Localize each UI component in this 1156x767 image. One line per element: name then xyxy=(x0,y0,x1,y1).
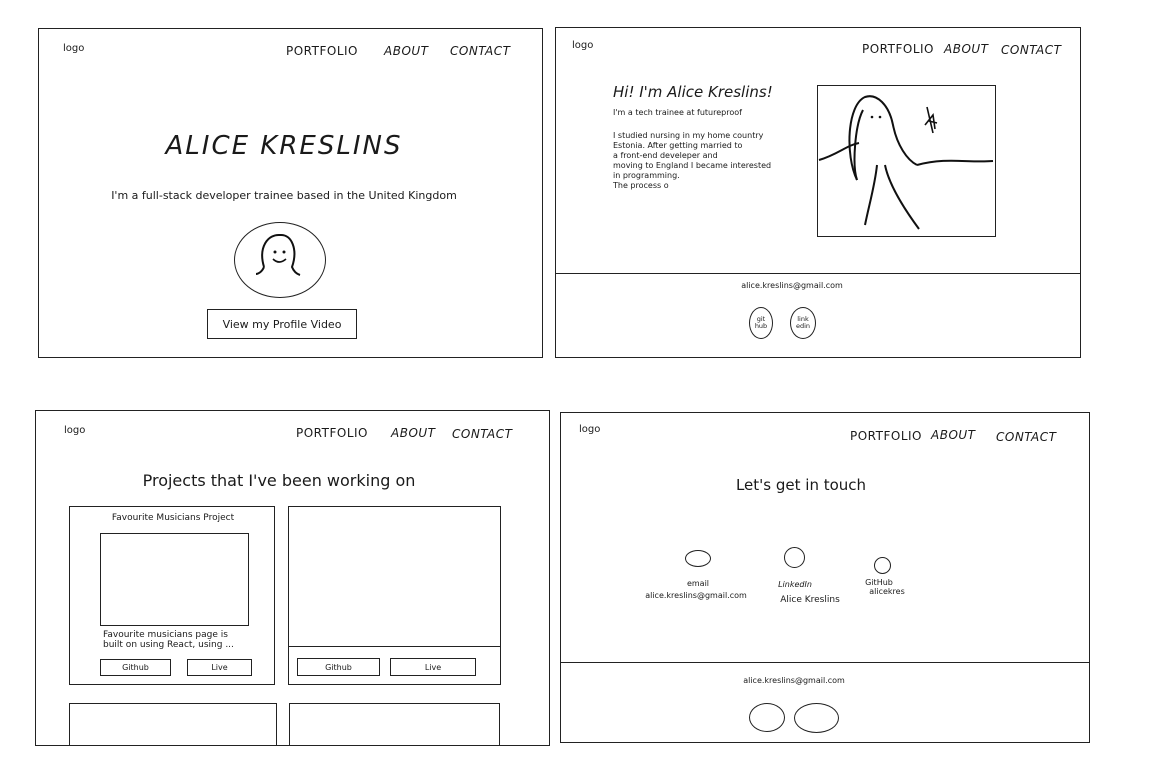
nav-contact[interactable]: CONTACT xyxy=(1001,43,1061,57)
bio-line: Estonia. After getting married to xyxy=(613,141,743,150)
footer-email[interactable]: alice.kreslins@gmail.com xyxy=(743,676,845,685)
live-button[interactable]: Live xyxy=(187,659,252,676)
about-footer: alice.kreslins@gmail.com git hub link ed… xyxy=(556,273,1080,358)
about-photo xyxy=(817,85,996,237)
nav-portfolio[interactable]: PORTFOLIO xyxy=(296,426,368,440)
bio-line: I studied nursing in my home country xyxy=(613,131,764,140)
logo[interactable]: logo xyxy=(64,425,85,436)
email-icon[interactable] xyxy=(685,550,711,567)
nav-contact[interactable]: CONTACT xyxy=(450,44,510,58)
github-button[interactable]: Github xyxy=(297,658,380,676)
about-heading: Hi! I'm Alice Kreslins! xyxy=(613,83,773,101)
contact-footer: alice.kreslins@gmail.com xyxy=(561,662,1089,743)
github-icon-label: hub xyxy=(754,322,768,330)
project-card-title: Favourite Musicians Project xyxy=(111,513,235,523)
about-subtitle: I'm a tech trainee at futureproof xyxy=(613,108,742,117)
nav-about[interactable]: ABOUT xyxy=(391,426,436,440)
email-label: email xyxy=(686,579,710,588)
nav-about[interactable]: ABOUT xyxy=(384,44,429,58)
avatar-face-icon xyxy=(255,233,301,276)
bio-line: The process o xyxy=(613,181,669,190)
view-profile-video-button[interactable]: View my Profile Video xyxy=(207,309,357,339)
about-bio: I studied nursing in my home country Est… xyxy=(613,131,771,191)
nav-about[interactable]: ABOUT xyxy=(944,42,989,56)
bio-line: in programming. xyxy=(613,171,680,180)
linkedin-icon[interactable]: link edin xyxy=(790,307,816,339)
linkedin-icon[interactable] xyxy=(784,547,805,568)
linkedin-value[interactable]: Alice Kreslins xyxy=(780,595,840,605)
logo[interactable]: logo xyxy=(63,43,84,54)
project-card xyxy=(289,703,500,745)
footer-email[interactable]: alice.kreslins@gmail.com xyxy=(741,281,843,290)
project-card: Favourite Musicians Project Favourite mu… xyxy=(69,506,275,685)
projects-wireframe: logo PORTFOLIO ABOUT CONTACT Projects th… xyxy=(35,410,550,746)
nav-portfolio[interactable]: PORTFOLIO xyxy=(850,429,922,443)
contact-heading: Let's get in touch xyxy=(735,476,867,494)
hero-tagline: I'm a full-stack developer trainee based… xyxy=(111,189,457,202)
project-desc-line: built on using React, using ... xyxy=(103,640,234,650)
live-button[interactable]: Live xyxy=(390,658,476,676)
logo[interactable]: logo xyxy=(572,40,593,51)
github-button[interactable]: Github xyxy=(100,659,171,676)
person-sketch-icon xyxy=(818,95,994,230)
project-card: Github Live xyxy=(288,506,501,685)
linkedin-icon[interactable] xyxy=(794,703,839,733)
email-value[interactable]: alice.kreslins@gmail.com xyxy=(645,591,747,600)
github-icon[interactable] xyxy=(874,557,891,574)
github-icon[interactable] xyxy=(749,703,785,732)
logo[interactable]: logo xyxy=(579,424,600,435)
nav-about[interactable]: ABOUT xyxy=(931,428,976,442)
about-wireframe: logo PORTFOLIO ABOUT CONTACT Hi! I'm Ali… xyxy=(555,27,1081,358)
nav-contact[interactable]: CONTACT xyxy=(452,427,512,441)
home-wireframe: logo PORTFOLIO ABOUT CONTACT ALICE KRESL… xyxy=(38,28,543,358)
linkedin-label: LinkedIn xyxy=(778,580,812,589)
contact-wireframe: logo PORTFOLIO ABOUT CONTACT Let's get i… xyxy=(560,412,1090,743)
bio-line: moving to England I became interested xyxy=(613,161,772,170)
github-value[interactable]: alicekres xyxy=(869,587,905,596)
nav-contact[interactable]: CONTACT xyxy=(996,430,1056,444)
avatar xyxy=(234,222,326,298)
project-desc-line: Favourite musicians page is xyxy=(103,630,228,640)
linkedin-icon-label: edin xyxy=(795,322,811,330)
project-card-description: Favourite musicians page is built on usi… xyxy=(103,630,234,650)
github-icon[interactable]: git hub xyxy=(749,307,773,339)
nav-portfolio[interactable]: PORTFOLIO xyxy=(286,44,358,58)
project-card xyxy=(69,703,277,745)
nav-portfolio[interactable]: PORTFOLIO xyxy=(862,42,934,56)
github-label: GitHub xyxy=(865,578,893,587)
projects-heading: Projects that I've been working on xyxy=(142,471,416,490)
project-card-image xyxy=(288,506,501,647)
project-card-image xyxy=(100,533,249,626)
hero-name: ALICE KRESLINS xyxy=(165,131,403,161)
bio-line: a front-end develeper and xyxy=(613,151,718,160)
